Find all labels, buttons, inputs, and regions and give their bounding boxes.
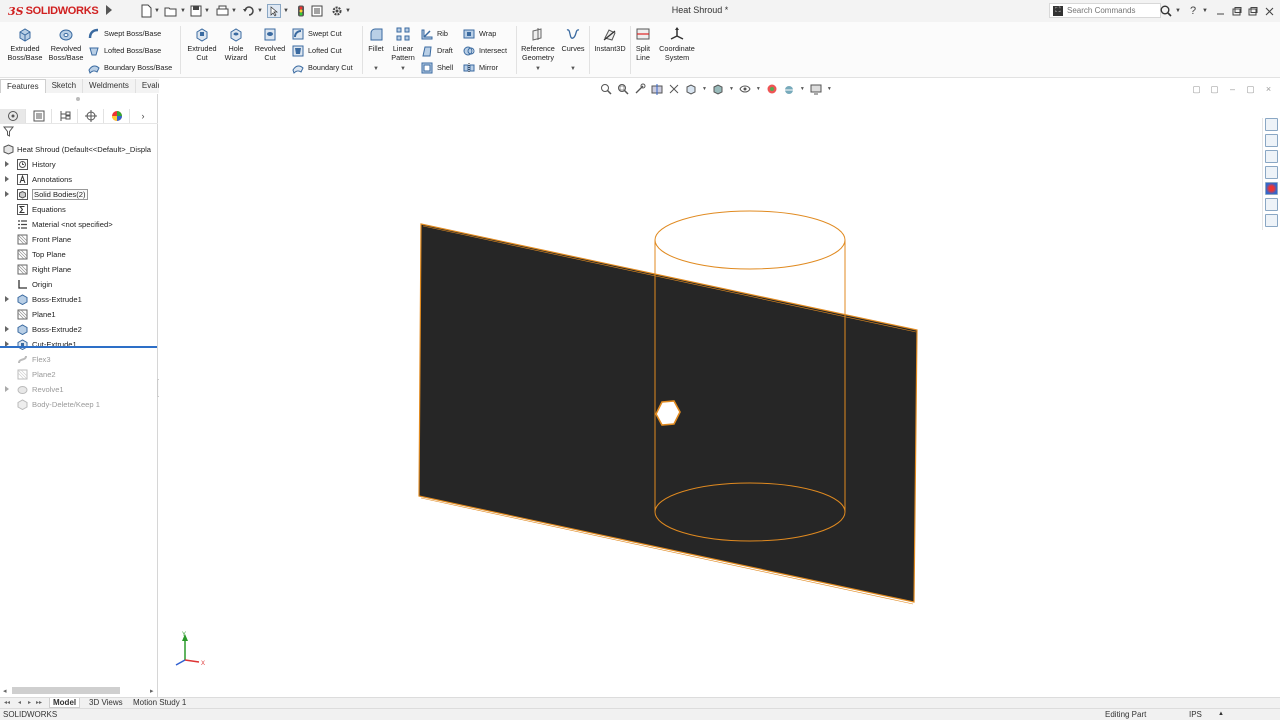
units-dropdown-icon[interactable]: ▲ (1218, 711, 1224, 717)
forum-icon[interactable] (1265, 214, 1278, 227)
tab-3d-views[interactable]: 3D Views (86, 698, 126, 708)
heads-up-view-toolbar: ▼ ▼ ▼ ▼ ▼ (600, 82, 832, 95)
section-view-icon[interactable] (651, 83, 663, 95)
view-settings-dropdown-icon[interactable]: ▼ (827, 86, 832, 92)
zoom-to-area-icon[interactable] (617, 83, 629, 95)
next-tab-icon[interactable]: ▸ (28, 699, 31, 706)
solidworks-window: 3S SOLIDWORKS ▼ ▼ ▼ ▼ ▼ ▼ ▼ Heat Shroud … (0, 0, 1280, 720)
custom-properties-icon[interactable] (1265, 198, 1278, 211)
triad-z-axis (175, 659, 186, 666)
tab-motion-study-1[interactable]: Motion Study 1 (130, 698, 189, 708)
zoom-to-fit-icon[interactable] (600, 83, 612, 95)
design-library-icon[interactable] (1265, 134, 1278, 147)
hide-show-items-icon[interactable] (739, 83, 751, 95)
status-mode: Editing Part (1105, 710, 1147, 719)
view-orientation-icon[interactable] (685, 83, 697, 95)
triad-x-label: X (201, 661, 205, 667)
triad-y-label: Y (182, 632, 186, 638)
scene-dropdown-icon[interactable]: ▼ (800, 86, 805, 92)
status-bar: SOLIDWORKS Editing Part IPS ▲ (0, 708, 1280, 720)
bottom-tab-bar: ◂◂ ◂ ▸ ▸▸ Model 3D Views Motion Study 1 (0, 697, 1280, 708)
apply-scene-icon[interactable] (783, 83, 795, 95)
view-palette-icon[interactable] (1265, 166, 1278, 179)
cylinder-top-edge[interactable] (654, 210, 846, 270)
viewport-close-icon[interactable]: × (1264, 84, 1273, 95)
status-app-name: SOLIDWORKS (3, 710, 58, 719)
view-settings-icon[interactable] (810, 83, 822, 95)
last-tab-icon[interactable]: ▸▸ (36, 699, 42, 706)
first-tab-icon[interactable]: ◂◂ (4, 699, 10, 706)
display-style-dropdown-icon[interactable]: ▼ (729, 86, 734, 92)
status-units[interactable]: IPS (1189, 710, 1202, 719)
tab-model[interactable]: Model (49, 698, 81, 708)
display-style-icon[interactable] (712, 83, 724, 95)
viewport-minimize-icon[interactable]: – (1228, 84, 1237, 95)
dynamic-annotation-icon[interactable] (668, 83, 680, 95)
file-explorer-icon[interactable] (1265, 150, 1278, 163)
triad-x-axis (184, 659, 200, 663)
prev-tab-icon[interactable]: ◂ (18, 699, 21, 706)
solidworks-resources-icon[interactable] (1265, 118, 1278, 131)
edit-appearance-icon[interactable] (766, 83, 778, 95)
viewport-maximize-icon[interactable]: ▢ (1246, 84, 1255, 95)
previous-view-icon[interactable] (634, 83, 646, 95)
viewport-restore-icon[interactable]: ▢ (1192, 84, 1201, 95)
viewport-window-buttons: ▢ ▢ – ▢ × (1192, 84, 1273, 95)
view-orientation-dropdown-icon[interactable]: ▼ (702, 86, 707, 92)
viewport-tile-icon[interactable]: ▢ (1210, 84, 1219, 95)
hide-show-dropdown-icon[interactable]: ▼ (756, 86, 761, 92)
model-graphics: Y X (175, 210, 918, 667)
appearances-scenes-icon[interactable] (1265, 182, 1278, 195)
task-pane-tabs (1262, 118, 1280, 230)
